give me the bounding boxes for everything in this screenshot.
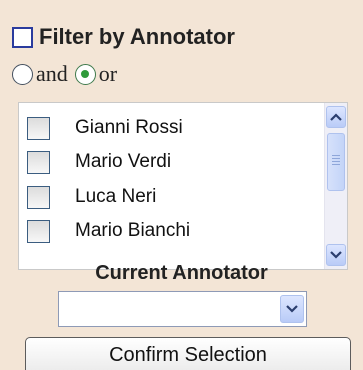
chevron-down-icon (330, 251, 342, 259)
filter-header: Filter by Annotator (12, 22, 235, 52)
annotator-label: Gianni Rossi (75, 117, 183, 138)
annotator-checkbox[interactable] (27, 150, 50, 174)
scroll-thumb[interactable] (327, 133, 345, 191)
annotator-checkbox[interactable] (27, 219, 50, 243)
filter-title: Filter by Annotator (39, 24, 235, 49)
scroll-grip-icon (332, 155, 340, 167)
list-item[interactable]: Luca Neri (27, 183, 156, 211)
confirm-selection-button[interactable]: Confirm Selection (25, 337, 351, 370)
annotator-checkbox[interactable] (27, 116, 50, 140)
radio-or[interactable] (74, 63, 96, 85)
annotator-filter-panel: Filter by Annotator and or Gianni Rossi … (0, 0, 363, 370)
annotator-label: Mario Bianchi (75, 220, 191, 241)
radio-and[interactable] (12, 63, 33, 85)
list-item[interactable]: Gianni Rossi (27, 114, 183, 142)
logic-radio-group: and or (12, 58, 124, 90)
list-scrollbar[interactable] (324, 103, 347, 269)
annotator-checkbox[interactable] (27, 185, 50, 209)
annotator-label: Luca Neri (75, 186, 157, 207)
current-annotator-label: Current Annotator (95, 262, 268, 284)
chevron-up-icon (330, 113, 342, 121)
select-dropdown-button[interactable] (280, 295, 304, 323)
radio-or-label: or (98, 61, 118, 86)
annotator-label: Mario Verdi (75, 151, 172, 172)
list-item[interactable]: Mario Bianchi (27, 217, 190, 245)
chevron-down-icon (286, 305, 298, 313)
scroll-up-button[interactable] (326, 106, 346, 128)
list-item[interactable]: Mario Verdi (27, 148, 171, 176)
radio-and-label: and (36, 61, 68, 86)
annotator-list[interactable]: Gianni Rossi Mario Verdi Luca Neri Mario… (18, 102, 348, 270)
current-annotator-select[interactable] (58, 291, 307, 327)
filter-by-annotator-checkbox[interactable] (12, 26, 33, 48)
